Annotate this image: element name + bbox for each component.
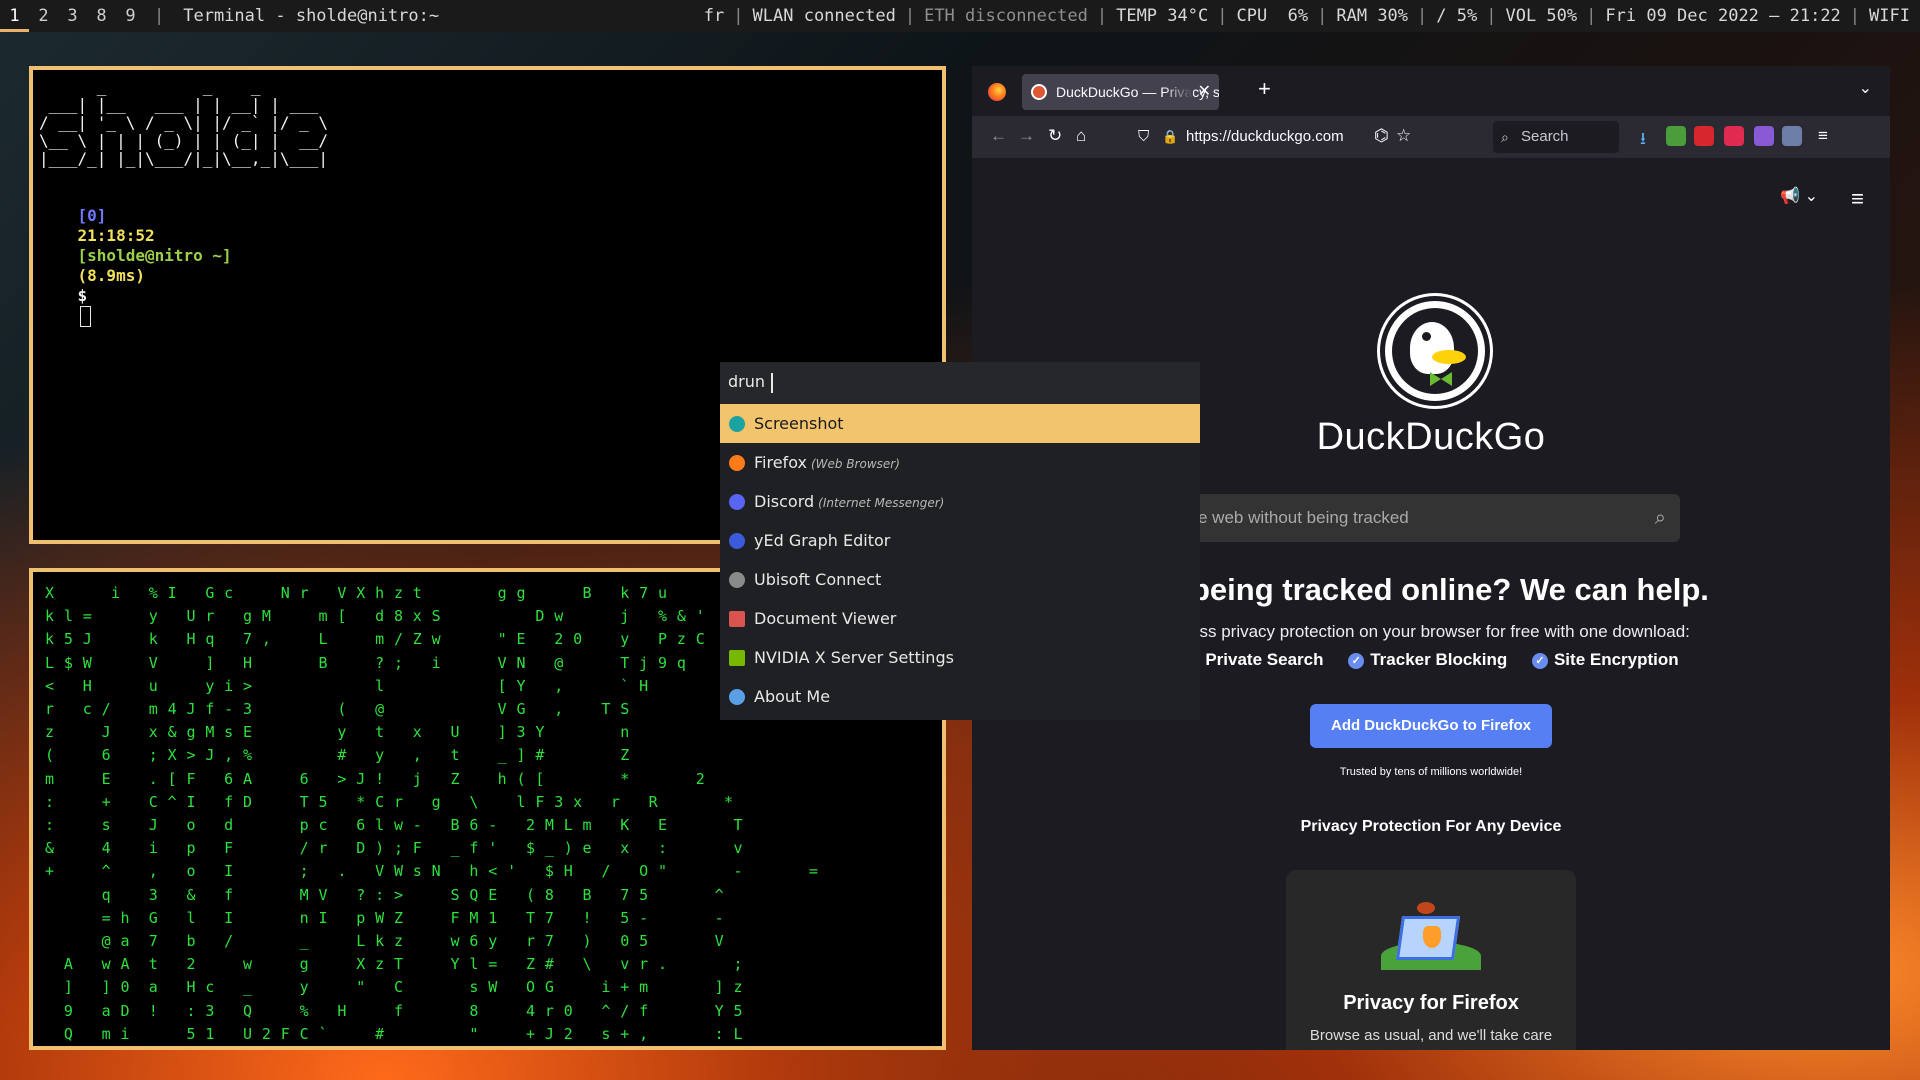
launcher-item-nvidia[interactable]: NVIDIA X Server Settings	[720, 638, 1200, 677]
firefox-icon	[729, 455, 745, 471]
user-icon	[729, 689, 745, 705]
duckduckgo-logo	[1380, 296, 1490, 406]
close-tab-icon[interactable]: ✕	[1198, 74, 1211, 110]
feature-item: ✓Private Search	[1183, 650, 1323, 670]
launcher-item-about-me[interactable]: About Me	[720, 677, 1200, 716]
duckduckgo-favicon-icon	[1031, 84, 1047, 100]
window-title: Terminal - sholde@nitro:~	[183, 6, 440, 26]
workspace-9[interactable]: 9	[116, 0, 145, 32]
tab-duckduckgo[interactable]: DuckDuckGo — Privacy, s ✕	[1022, 74, 1219, 110]
app-launcher: drun Screenshot Firefox (Web Browser) Dis…	[720, 362, 1200, 720]
tab-strip: DuckDuckGo — Privacy, s ✕ + ⌄	[972, 66, 1890, 116]
launcher-item-discord[interactable]: Discord (Internet Messenger)	[720, 482, 1200, 521]
tracking-protection-icon[interactable]: ⛉	[1138, 121, 1149, 153]
search-icon: ⌕	[1501, 129, 1509, 145]
clock: Fri 09 Dec 2022 — 21:22	[1605, 6, 1841, 26]
tab-title: DuckDuckGo — Privacy, s	[1056, 84, 1219, 100]
add-to-firefox-button[interactable]: Add DuckDuckGo to Firefox	[1310, 704, 1552, 748]
top-bar: 1 2 3 8 9 | Terminal - sholde@nitro:~ fr…	[0, 0, 1920, 32]
extension-icon[interactable]	[1754, 126, 1774, 146]
search-placeholder: Search	[1521, 128, 1569, 145]
forward-icon[interactable]: →	[1018, 126, 1035, 146]
url-text: https://duckduckgo.com	[1186, 128, 1344, 145]
prompt-sign: $	[77, 286, 88, 305]
ddg-search-input[interactable]: e web without being tracked ⌕	[1182, 494, 1680, 542]
ascii-banner: _ _ _ ___| |__ ___ | | __| | ___ / __| '…	[39, 77, 328, 168]
new-tab-icon[interactable]: +	[1258, 76, 1271, 102]
feature-item: ✓ Tracker Blocking	[1348, 650, 1507, 670]
reload-icon[interactable]: ↻	[1048, 126, 1062, 146]
extension-icon[interactable]	[1694, 126, 1714, 146]
search-box[interactable]: ⌕ Search	[1493, 121, 1619, 153]
workspace-3[interactable]: 3	[58, 0, 87, 32]
launcher-item-screenshot[interactable]: Screenshot	[720, 404, 1200, 443]
ubisoft-icon	[729, 572, 745, 588]
ddg-search-placeholder: e web without being tracked	[1198, 508, 1409, 527]
card-title: Privacy for Firefox	[1343, 992, 1519, 1014]
launcher-mode: drun	[728, 372, 766, 391]
check-icon: ✓	[1531, 653, 1548, 669]
discord-icon	[729, 494, 745, 510]
prompt-userhost: [sholde@nitro ~]	[77, 246, 232, 265]
check-icon: ✓	[1348, 653, 1365, 669]
workspace-1[interactable]: 1	[0, 0, 29, 32]
document-icon	[729, 611, 745, 627]
separator: |	[154, 6, 165, 26]
nvidia-icon	[729, 650, 745, 666]
shell-prompt[interactable]: [0] 21:18:52 [sholde@nitro ~] (8.9ms) $	[39, 186, 936, 347]
launcher-item-document-viewer[interactable]: Document Viewer	[720, 599, 1200, 638]
yed-icon	[729, 533, 745, 549]
firefox-privacy-card: Privacy for Firefox Browse as usual, and…	[1286, 870, 1576, 1050]
extension-icon[interactable]	[1782, 126, 1802, 146]
disk-status: / 5%	[1436, 6, 1478, 26]
card-body: Browse as usual, and we'll take care of …	[1309, 1027, 1553, 1044]
extension-icon[interactable]	[1666, 126, 1686, 146]
back-icon[interactable]: ←	[990, 126, 1007, 146]
volume-status[interactable]: VOL 50%	[1505, 0, 1577, 32]
screenshot-icon	[729, 416, 745, 432]
announcement-megaphone-icon[interactable]: 📢 ⌄	[1780, 186, 1818, 206]
downloads-icon[interactable]: ⭳	[1640, 126, 1646, 155]
launcher-item-ubisoft[interactable]: Ubisoft Connect	[720, 560, 1200, 599]
launcher-input[interactable]: drun	[720, 362, 1200, 404]
bookmark-star-icon[interactable]: ☆	[1396, 126, 1411, 146]
firefox-view-icon[interactable]	[988, 83, 1006, 101]
launcher-item-yed[interactable]: yEd Graph Editor	[720, 521, 1200, 560]
laptop-illustration	[1381, 902, 1481, 972]
section-title: Privacy Protection For Any Device	[1300, 818, 1562, 835]
keyboard-layout[interactable]: fr	[704, 0, 724, 32]
trust-text: Trusted by tens of millions worldwide!	[1339, 766, 1523, 778]
lock-icon[interactable]: 🔒	[1162, 121, 1178, 153]
ram-status: RAM 30%	[1336, 6, 1409, 26]
extension-icon[interactable]	[1724, 126, 1744, 146]
cpu-status: CPU 6%	[1236, 6, 1309, 26]
text-caret	[771, 372, 773, 393]
home-icon[interactable]: ⌂	[1076, 126, 1086, 146]
text-cursor	[79, 306, 91, 327]
feature-item: ✓ Site Encryption	[1531, 650, 1679, 670]
wlan-status: WLAN connected	[752, 6, 896, 26]
prompt-duration: (8.9ms)	[77, 266, 145, 285]
temp-status: TEMP 34°C	[1116, 6, 1209, 26]
search-icon[interactable]: ⌕	[1655, 494, 1666, 542]
wifi-status: WIFI	[1869, 6, 1910, 26]
prompt-index: [0]	[77, 206, 107, 225]
prompt-time: 21:18:52	[77, 226, 155, 245]
workspace-2[interactable]: 2	[29, 0, 58, 32]
extension-permission-icon[interactable]: ⌬	[1374, 126, 1389, 146]
page-menu-icon[interactable]: ≡	[1851, 186, 1864, 212]
eth-status: ETH disconnected	[924, 6, 1088, 26]
menu-hamburger-icon[interactable]: ≡	[1818, 126, 1828, 146]
navigation-toolbar: ← → ↻ ⌂ ⛉ 🔒 https://duckduckgo.com ⌬ ☆ ⌕…	[972, 116, 1890, 158]
status-area: fr | WLAN connected | ETH disconnected |…	[704, 0, 1910, 32]
workspace-8[interactable]: 8	[87, 0, 116, 32]
launcher-item-firefox[interactable]: Firefox (Web Browser)	[720, 443, 1200, 482]
list-all-tabs-icon[interactable]: ⌄	[1859, 78, 1872, 98]
